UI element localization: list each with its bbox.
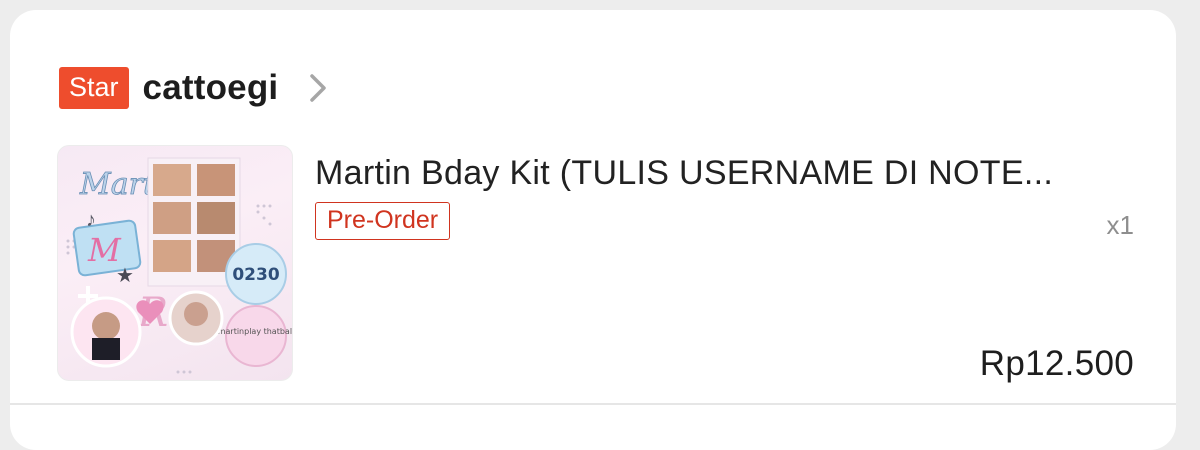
product-title[interactable]: Martin Bday Kit (TULIS USERNAME DI NOTE.… [315, 154, 1147, 193]
badge-number: 0230 [232, 265, 279, 285]
product-price: Rp12.500 [979, 344, 1134, 383]
chevron-right-icon[interactable] [308, 73, 328, 103]
product-thumbnail[interactable]: Martin M R ★ ♪ 0230 martinplay th [57, 145, 293, 381]
svg-text:★: ★ [116, 265, 134, 287]
quantity-label: x1 [1106, 210, 1134, 240]
svg-text:M: M [87, 231, 122, 269]
star-seller-badge: Star [59, 67, 129, 109]
badge-caption: martinplay thatball [218, 327, 292, 336]
shop-name[interactable]: cattoegi [143, 68, 279, 108]
svg-text:♪: ♪ [86, 209, 96, 231]
shop-header[interactable]: Star cattoegi [59, 66, 328, 110]
preorder-tag: Pre-Order [315, 202, 451, 240]
order-card: Star cattoegi Martin M ★ ♪ 0230 martinpl… [10, 10, 1176, 450]
divider [10, 403, 1176, 405]
